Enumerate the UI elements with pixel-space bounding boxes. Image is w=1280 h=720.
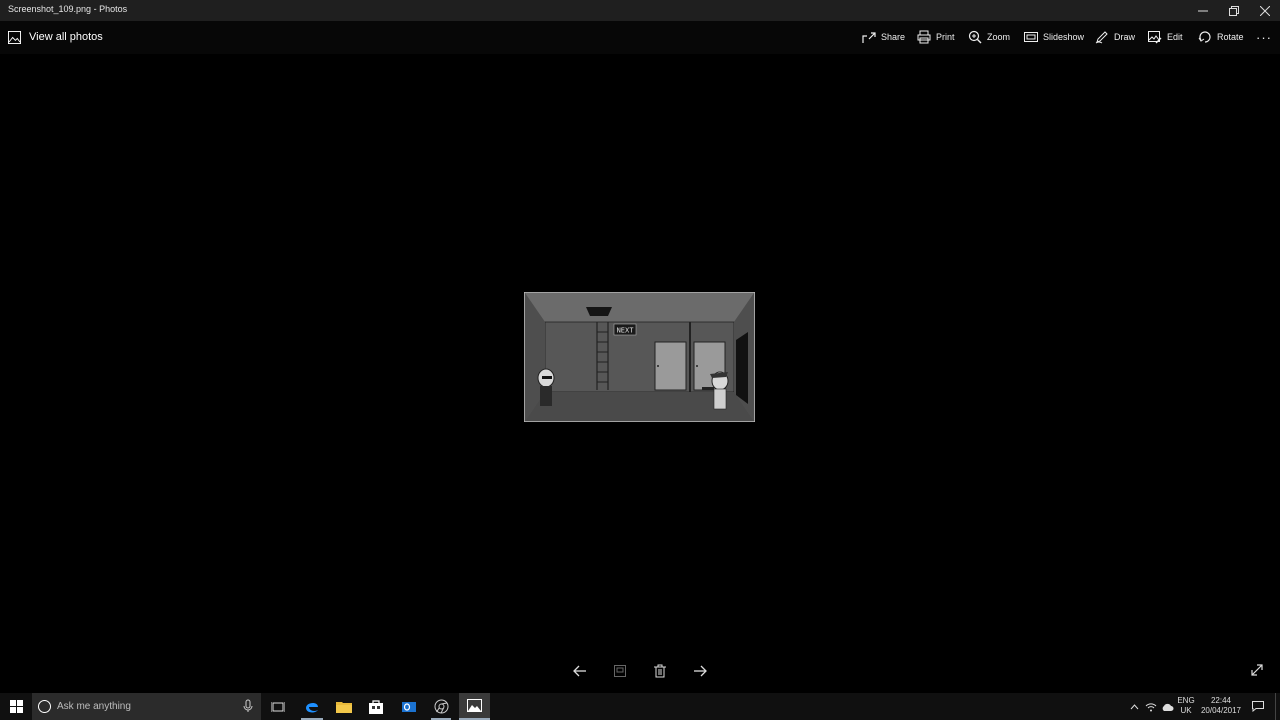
view-all-photos-button[interactable]: View all photos [8, 29, 103, 45]
delete-button[interactable] [650, 661, 670, 681]
draw-button[interactable]: Draw [1095, 29, 1135, 45]
minimize-button[interactable] [1188, 0, 1218, 21]
next-photo-button[interactable] [690, 661, 710, 681]
previous-photo-button[interactable] [570, 661, 590, 681]
zoom-button[interactable]: Zoom [968, 29, 1010, 45]
rotate-icon [1198, 31, 1211, 43]
share-icon [862, 32, 876, 43]
minimize-icon [1198, 10, 1208, 11]
edge-icon [306, 702, 318, 712]
microphone-icon[interactable] [243, 699, 253, 713]
more-options-button[interactable]: ··· [1256, 29, 1272, 45]
photos-icon [467, 699, 482, 712]
edit-label: Edit [1167, 32, 1183, 42]
network-icon [1145, 702, 1157, 711]
fullscreen-icon [1251, 664, 1263, 676]
filmstrip-icon [614, 665, 626, 677]
notification-icon [1252, 701, 1264, 712]
show-hidden-icons-button[interactable] [1128, 693, 1140, 720]
language-indicator[interactable]: ENG UK [1176, 696, 1196, 716]
next-sign-text: NEXT [617, 327, 635, 335]
title-bar: Screenshot_109.png - Photos [0, 0, 1280, 21]
network-button[interactable] [1144, 693, 1158, 720]
task-view-icon [271, 701, 285, 712]
outlook-icon [402, 701, 416, 712]
chevron-up-icon [1130, 703, 1138, 709]
cortana-icon [38, 700, 51, 713]
share-label: Share [881, 32, 906, 42]
displayed-photo[interactable]: NEXT [524, 292, 755, 422]
draw-icon [1095, 31, 1108, 44]
photo-icon [8, 30, 21, 44]
close-icon [1260, 5, 1270, 16]
onedrive-icon [1162, 703, 1173, 711]
clock[interactable]: 22:44 20/04/2017 [1199, 696, 1243, 716]
edit-icon [1148, 31, 1162, 44]
taskbar-chrome[interactable] [427, 693, 455, 720]
search-placeholder: Ask me anything [57, 701, 131, 712]
zoom-icon [968, 30, 982, 44]
view-all-photos-label: View all photos [29, 31, 103, 43]
rotate-button[interactable]: Rotate [1198, 29, 1244, 45]
taskbar-outlook[interactable] [395, 693, 423, 720]
arrow-left-icon [573, 665, 586, 677]
taskbar-edge[interactable] [297, 693, 327, 720]
print-label: Print [936, 32, 955, 42]
fullscreen-button[interactable] [1249, 662, 1265, 678]
language-code: ENG [1177, 696, 1195, 705]
delete-icon [654, 664, 666, 678]
chrome-icon [434, 699, 448, 714]
taskbar-file-explorer[interactable] [330, 693, 358, 720]
draw-label: Draw [1114, 32, 1136, 42]
slideshow-label: Slideshow [1043, 32, 1085, 42]
windows-icon [9, 700, 23, 713]
taskbar-store[interactable] [362, 693, 390, 720]
onedrive-button[interactable] [1160, 693, 1174, 720]
start-button[interactable] [0, 693, 32, 720]
rotate-label: Rotate [1217, 32, 1244, 42]
share-button[interactable]: Share [862, 29, 905, 45]
show-desktop-button[interactable] [1275, 693, 1280, 720]
action-center-button[interactable] [1250, 693, 1266, 720]
taskbar: Ask me anything ENG UK 22:44 20/04/2017 [0, 693, 1280, 720]
task-view-button[interactable] [264, 693, 292, 720]
slideshow-button[interactable]: Slideshow [1024, 29, 1084, 45]
window-title: Screenshot_109.png - Photos [8, 4, 128, 14]
print-button[interactable]: Print [917, 29, 955, 45]
restore-button[interactable] [1219, 0, 1249, 21]
file-explorer-icon [336, 702, 352, 713]
edit-button[interactable]: Edit [1148, 29, 1183, 45]
slideshow-icon [1024, 32, 1038, 42]
arrow-right-icon [694, 665, 707, 677]
store-icon [369, 700, 383, 714]
clock-time: 22:44 [1210, 696, 1232, 705]
cortana-search-box[interactable]: Ask me anything [32, 693, 261, 720]
language-region: UK [1180, 706, 1192, 715]
app-toolbar: View all photos Share Print Zoom Slidesh… [0, 21, 1280, 54]
zoom-label: Zoom [987, 32, 1011, 42]
print-icon [917, 30, 931, 44]
taskbar-photos[interactable] [459, 693, 490, 720]
game-scene-image: NEXT [524, 292, 755, 422]
restore-icon [1229, 5, 1239, 16]
filmstrip-button[interactable] [610, 661, 630, 681]
clock-date: 20/04/2017 [1200, 706, 1242, 715]
close-button[interactable] [1250, 0, 1280, 21]
